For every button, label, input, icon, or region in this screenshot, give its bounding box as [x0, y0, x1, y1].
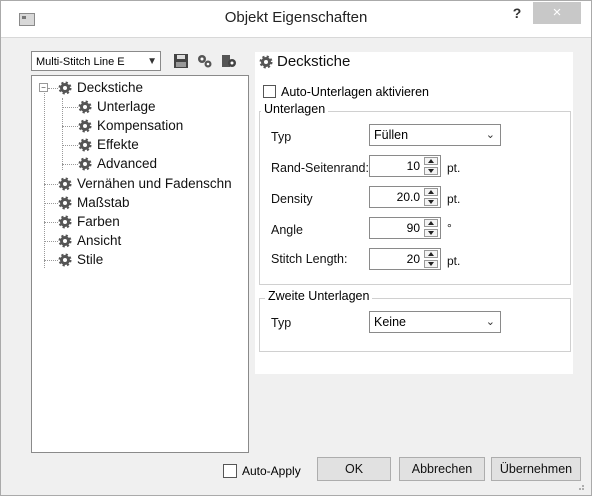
second-type-label: Typ	[271, 316, 292, 330]
tree-item-vernaehen[interactable]: Vernähen und Fadenschn	[58, 175, 232, 193]
spin-down-button[interactable]	[424, 260, 438, 268]
object-type-value: Multi-Stitch Line E	[36, 56, 125, 68]
tree-item-farben[interactable]: Farben	[58, 213, 120, 231]
tree-item-label: Advanced	[97, 156, 158, 171]
density-spinner[interactable]: 20.0	[369, 186, 441, 208]
left-toolbar: Multi-Stitch Line E ▼	[31, 51, 247, 73]
tree-item-advanced[interactable]: Advanced	[78, 155, 157, 173]
gear-icon	[58, 253, 72, 267]
spin-up-button[interactable]	[424, 188, 438, 196]
tree-item-label: Effekte	[97, 137, 139, 152]
dialog-window: Objekt Eigenschaften ? × Multi-Stitch Li…	[0, 0, 592, 496]
tree-item-kompensation[interactable]: Kompensation	[78, 117, 183, 135]
gear-icon	[58, 234, 72, 248]
tree-item-label: Unterlage	[97, 99, 156, 114]
tree-item-label: Stile	[77, 252, 104, 267]
chevron-down-icon: ▼	[147, 56, 157, 67]
resize-grip-icon[interactable]	[575, 481, 585, 491]
gear-icon	[259, 55, 273, 69]
spin-up-button[interactable]	[424, 157, 438, 165]
tree-item-label: Ansicht	[77, 233, 122, 248]
second-underlay-legend: Zweite Unterlagen	[265, 289, 373, 303]
save-icon[interactable]	[173, 53, 189, 69]
second-type-select[interactable]: Keine ⌄	[369, 311, 501, 333]
spin-down-button[interactable]	[424, 198, 438, 206]
auto-underlay-label: Auto-Unterlagen aktivieren	[281, 84, 429, 99]
ok-button[interactable]: OK	[317, 457, 391, 481]
spin-down-button[interactable]	[424, 229, 438, 237]
second-type-value: Keine	[374, 315, 406, 329]
collapse-toggle[interactable]: −	[39, 83, 48, 92]
tree-item-label: Maßstab	[77, 195, 130, 210]
underlay-type-value: Füllen	[374, 128, 409, 142]
underlay-type-label: Typ	[271, 130, 292, 144]
cancel-button[interactable]: Abbrechen	[399, 457, 485, 481]
underlay-group-legend: Unterlagen	[261, 102, 329, 116]
rand-spinner[interactable]: 10	[369, 155, 441, 177]
panel-header: Deckstiche	[255, 52, 573, 74]
stitch-length-spinner[interactable]: 20	[369, 248, 441, 270]
checkbox-box[interactable]	[223, 463, 237, 478]
chevron-down-icon: ⌄	[485, 316, 495, 328]
properties-panel: Deckstiche Auto-Unterlagen aktivieren Un…	[255, 52, 573, 374]
gear-icon	[78, 100, 92, 114]
rand-value: 10	[406, 159, 420, 173]
field-label-rand: Rand-Seitenrand:	[271, 161, 369, 175]
stitch-length-value: 20	[406, 252, 420, 266]
title-bar: Objekt Eigenschaften ? ×	[1, 1, 591, 38]
density-value: 20.0	[396, 190, 420, 204]
panel-title: Deckstiche	[277, 53, 351, 70]
tree-item-label: Vernähen und Fadenschn	[77, 176, 232, 191]
help-button[interactable]: ?	[507, 5, 527, 25]
gear-icon	[78, 157, 92, 171]
spin-up-button[interactable]	[424, 250, 438, 258]
gear-icon	[58, 196, 72, 210]
field-label-stitch-length: Stitch Length:	[271, 252, 348, 266]
tree-item-deckstiche[interactable]: Deckstiche	[58, 79, 143, 97]
tree-item-massstab[interactable]: Maßstab	[58, 194, 130, 212]
tree-item-effekte[interactable]: Effekte	[78, 136, 139, 154]
close-button[interactable]: ×	[533, 2, 581, 24]
auto-underlay-checkbox[interactable]: Auto-Unterlagen aktivieren	[263, 84, 429, 99]
gear-pair-icon[interactable]	[197, 53, 213, 69]
angle-unit: °	[447, 221, 452, 235]
gear-icon	[78, 119, 92, 133]
object-type-dropdown[interactable]: Multi-Stitch Line E ▼	[31, 51, 161, 71]
underlay-type-select[interactable]: Füllen ⌄	[369, 124, 501, 146]
angle-spinner[interactable]: 90	[369, 217, 441, 239]
gear-settings-icon[interactable]	[221, 53, 237, 69]
tree-item-unterlage[interactable]: Unterlage	[78, 98, 156, 116]
tree-item-ansicht[interactable]: Ansicht	[58, 232, 121, 250]
gear-icon	[58, 81, 72, 95]
property-tree: − Deckstiche Unterlage Kompensation Effe…	[31, 75, 249, 453]
gear-icon	[78, 138, 92, 152]
rand-unit: pt.	[447, 161, 461, 175]
gear-icon	[58, 177, 72, 191]
tree-item-label: Kompensation	[97, 118, 184, 133]
field-label-density: Density	[271, 192, 313, 206]
spin-down-button[interactable]	[424, 167, 438, 175]
window-title: Objekt Eigenschaften	[224, 9, 368, 26]
gear-icon	[58, 215, 72, 229]
auto-apply-checkbox[interactable]: Auto-Apply	[223, 463, 301, 478]
apply-button[interactable]: Übernehmen	[491, 457, 581, 481]
tree-item-stile[interactable]: Stile	[58, 251, 103, 269]
chevron-down-icon: ⌄	[485, 129, 495, 141]
spin-up-button[interactable]	[424, 219, 438, 227]
checkbox-box[interactable]	[263, 85, 276, 99]
field-label-angle: Angle	[271, 223, 303, 237]
stitch-length-unit: pt.	[447, 254, 461, 268]
angle-value: 90	[406, 221, 420, 235]
tree-item-label: Farben	[77, 214, 120, 229]
auto-apply-label: Auto-Apply	[242, 463, 301, 478]
density-unit: pt.	[447, 192, 461, 206]
tree-item-label: Deckstiche	[77, 80, 144, 95]
